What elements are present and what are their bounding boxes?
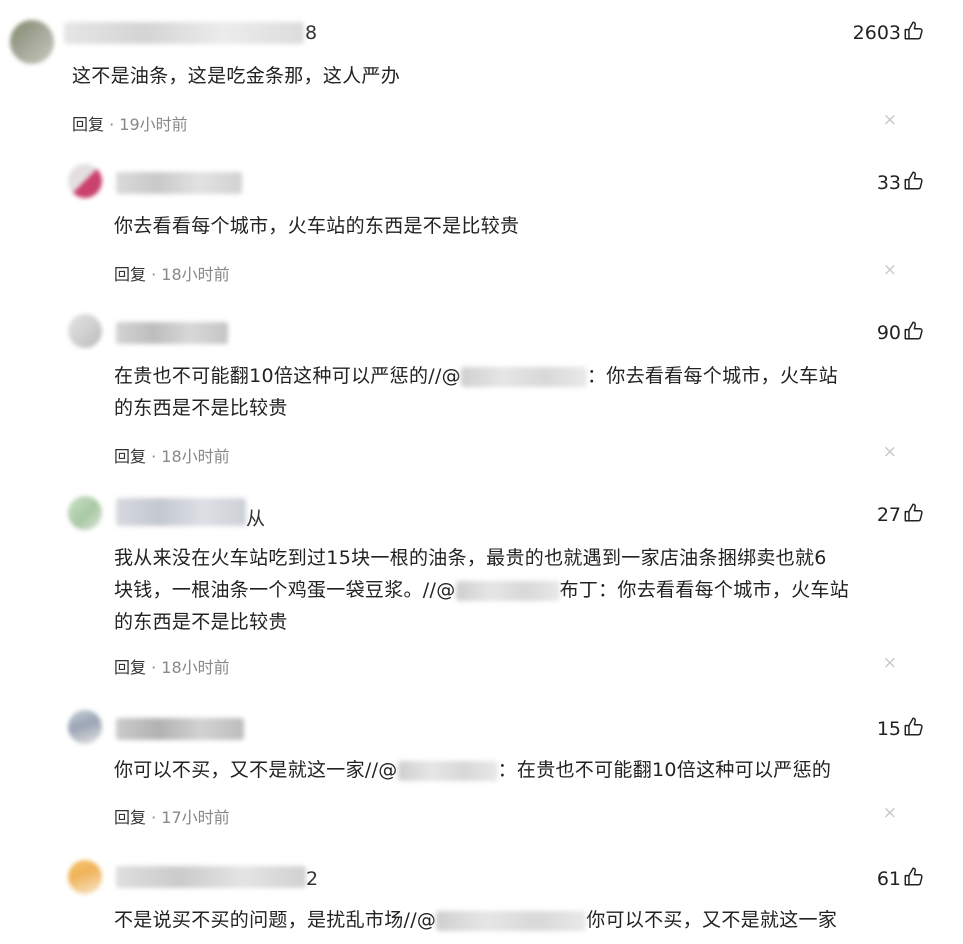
comment-text: 不是说买不买的问题，是扰乱市场//@ 你可以不买，又不是就这一家 bbox=[114, 909, 838, 931]
reply-item: 15 你可以不买，又不是就这一家//@ ：在贵也不可能翻10倍这种可以严惩的 回复… bbox=[0, 710, 963, 840]
reply-button[interactable]: 回复 bbox=[114, 447, 146, 466]
like-count: 27 bbox=[876, 504, 901, 526]
thumbs-up-icon[interactable] bbox=[903, 20, 925, 42]
thumbs-up-icon[interactable] bbox=[903, 866, 925, 888]
avatar[interactable] bbox=[10, 20, 54, 64]
comment-item: 8 2603 这不是油条，这是吃金条那，这人严办 回复 · 19小时前 × bbox=[0, 14, 963, 144]
mention-blurred[interactable] bbox=[455, 580, 560, 601]
reply-item: 90 在贵也不可能翻10倍这种可以严惩的//@ ：你去看看每个城市，火车站 的东西… bbox=[0, 314, 963, 474]
thumbs-up-icon[interactable] bbox=[903, 716, 925, 738]
thumbs-up-icon[interactable] bbox=[903, 502, 925, 524]
comment-time: 18小时前 bbox=[161, 447, 230, 466]
reply-item: 从 27 我从来没在火车站吃到过15块一根的油条，最贵的也就遇到一家店油条捆绑卖… bbox=[0, 496, 963, 688]
avatar[interactable] bbox=[68, 314, 102, 348]
comment-time: 19小时前 bbox=[119, 115, 188, 134]
close-icon[interactable]: × bbox=[883, 110, 897, 130]
close-icon[interactable]: × bbox=[883, 803, 897, 823]
like-count: 15 bbox=[876, 718, 901, 740]
reply-button[interactable]: 回复 bbox=[114, 808, 146, 827]
comment-text: 在贵也不可能翻10倍这种可以严惩的//@ ：你去看看每个城市，火车站 的东西是不是… bbox=[114, 365, 838, 419]
close-icon[interactable]: × bbox=[883, 442, 897, 462]
username-blurred[interactable] bbox=[116, 322, 228, 344]
like-count: 33 bbox=[876, 172, 901, 194]
comment-time: 17小时前 bbox=[161, 808, 230, 827]
avatar[interactable] bbox=[68, 860, 102, 894]
mention-blurred[interactable] bbox=[460, 366, 587, 387]
avatar[interactable] bbox=[68, 496, 102, 530]
comment-text: 我从来没在火车站吃到过15块一根的油条，最贵的也就遇到一家店油条捆绑卖也就6 块… bbox=[114, 547, 850, 633]
username-blurred[interactable] bbox=[116, 498, 246, 526]
comment-text: 这不是油条，这是吃金条那，这人严办 bbox=[72, 65, 401, 87]
thumbs-up-icon[interactable] bbox=[903, 170, 925, 192]
username-suffix: 2 bbox=[306, 868, 319, 890]
comment-meta: 回复 · 19小时前 bbox=[72, 115, 188, 134]
comment-meta: 回复 · 18小时前 bbox=[114, 447, 230, 466]
reply-item: 33 你去看看每个城市，火车站的东西是不是比较贵 回复 · 18小时前 × bbox=[0, 164, 963, 294]
comment-text: 你可以不买，又不是就这一家//@ ：在贵也不可能翻10倍这种可以严惩的 bbox=[114, 759, 832, 781]
reply-button[interactable]: 回复 bbox=[114, 658, 146, 677]
mention-blurred[interactable] bbox=[397, 760, 498, 781]
avatar[interactable] bbox=[68, 164, 102, 198]
comment-meta: 回复 · 18小时前 bbox=[114, 658, 230, 677]
close-icon[interactable]: × bbox=[883, 653, 897, 673]
comment-meta: 回复 · 17小时前 bbox=[114, 808, 230, 827]
close-icon[interactable]: × bbox=[883, 260, 897, 280]
thumbs-up-icon[interactable] bbox=[903, 320, 925, 342]
like-count: 90 bbox=[876, 322, 901, 344]
comment-meta: 回复 · 18小时前 bbox=[114, 265, 230, 284]
comment-text: 你去看看每个城市，火车站的东西是不是比较贵 bbox=[114, 215, 520, 237]
username-blurred[interactable] bbox=[64, 22, 304, 44]
reply-item: 2 61 不是说买不买的问题，是扰乱市场//@ 你可以不买，又不是就这一家 bbox=[0, 860, 963, 944]
like-count: 61 bbox=[876, 868, 901, 890]
avatar[interactable] bbox=[68, 710, 102, 744]
username-blurred[interactable] bbox=[116, 172, 242, 194]
username-suffix: 8 bbox=[305, 22, 318, 44]
comment-time: 18小时前 bbox=[161, 658, 230, 677]
username-blurred[interactable] bbox=[116, 718, 244, 740]
username-suffix: 从 bbox=[246, 508, 266, 530]
like-count: 2603 bbox=[852, 22, 901, 44]
comment-time: 18小时前 bbox=[161, 265, 230, 284]
reply-button[interactable]: 回复 bbox=[72, 115, 104, 134]
username-blurred[interactable] bbox=[116, 866, 306, 888]
mention-blurred[interactable] bbox=[436, 910, 587, 931]
reply-button[interactable]: 回复 bbox=[114, 265, 146, 284]
